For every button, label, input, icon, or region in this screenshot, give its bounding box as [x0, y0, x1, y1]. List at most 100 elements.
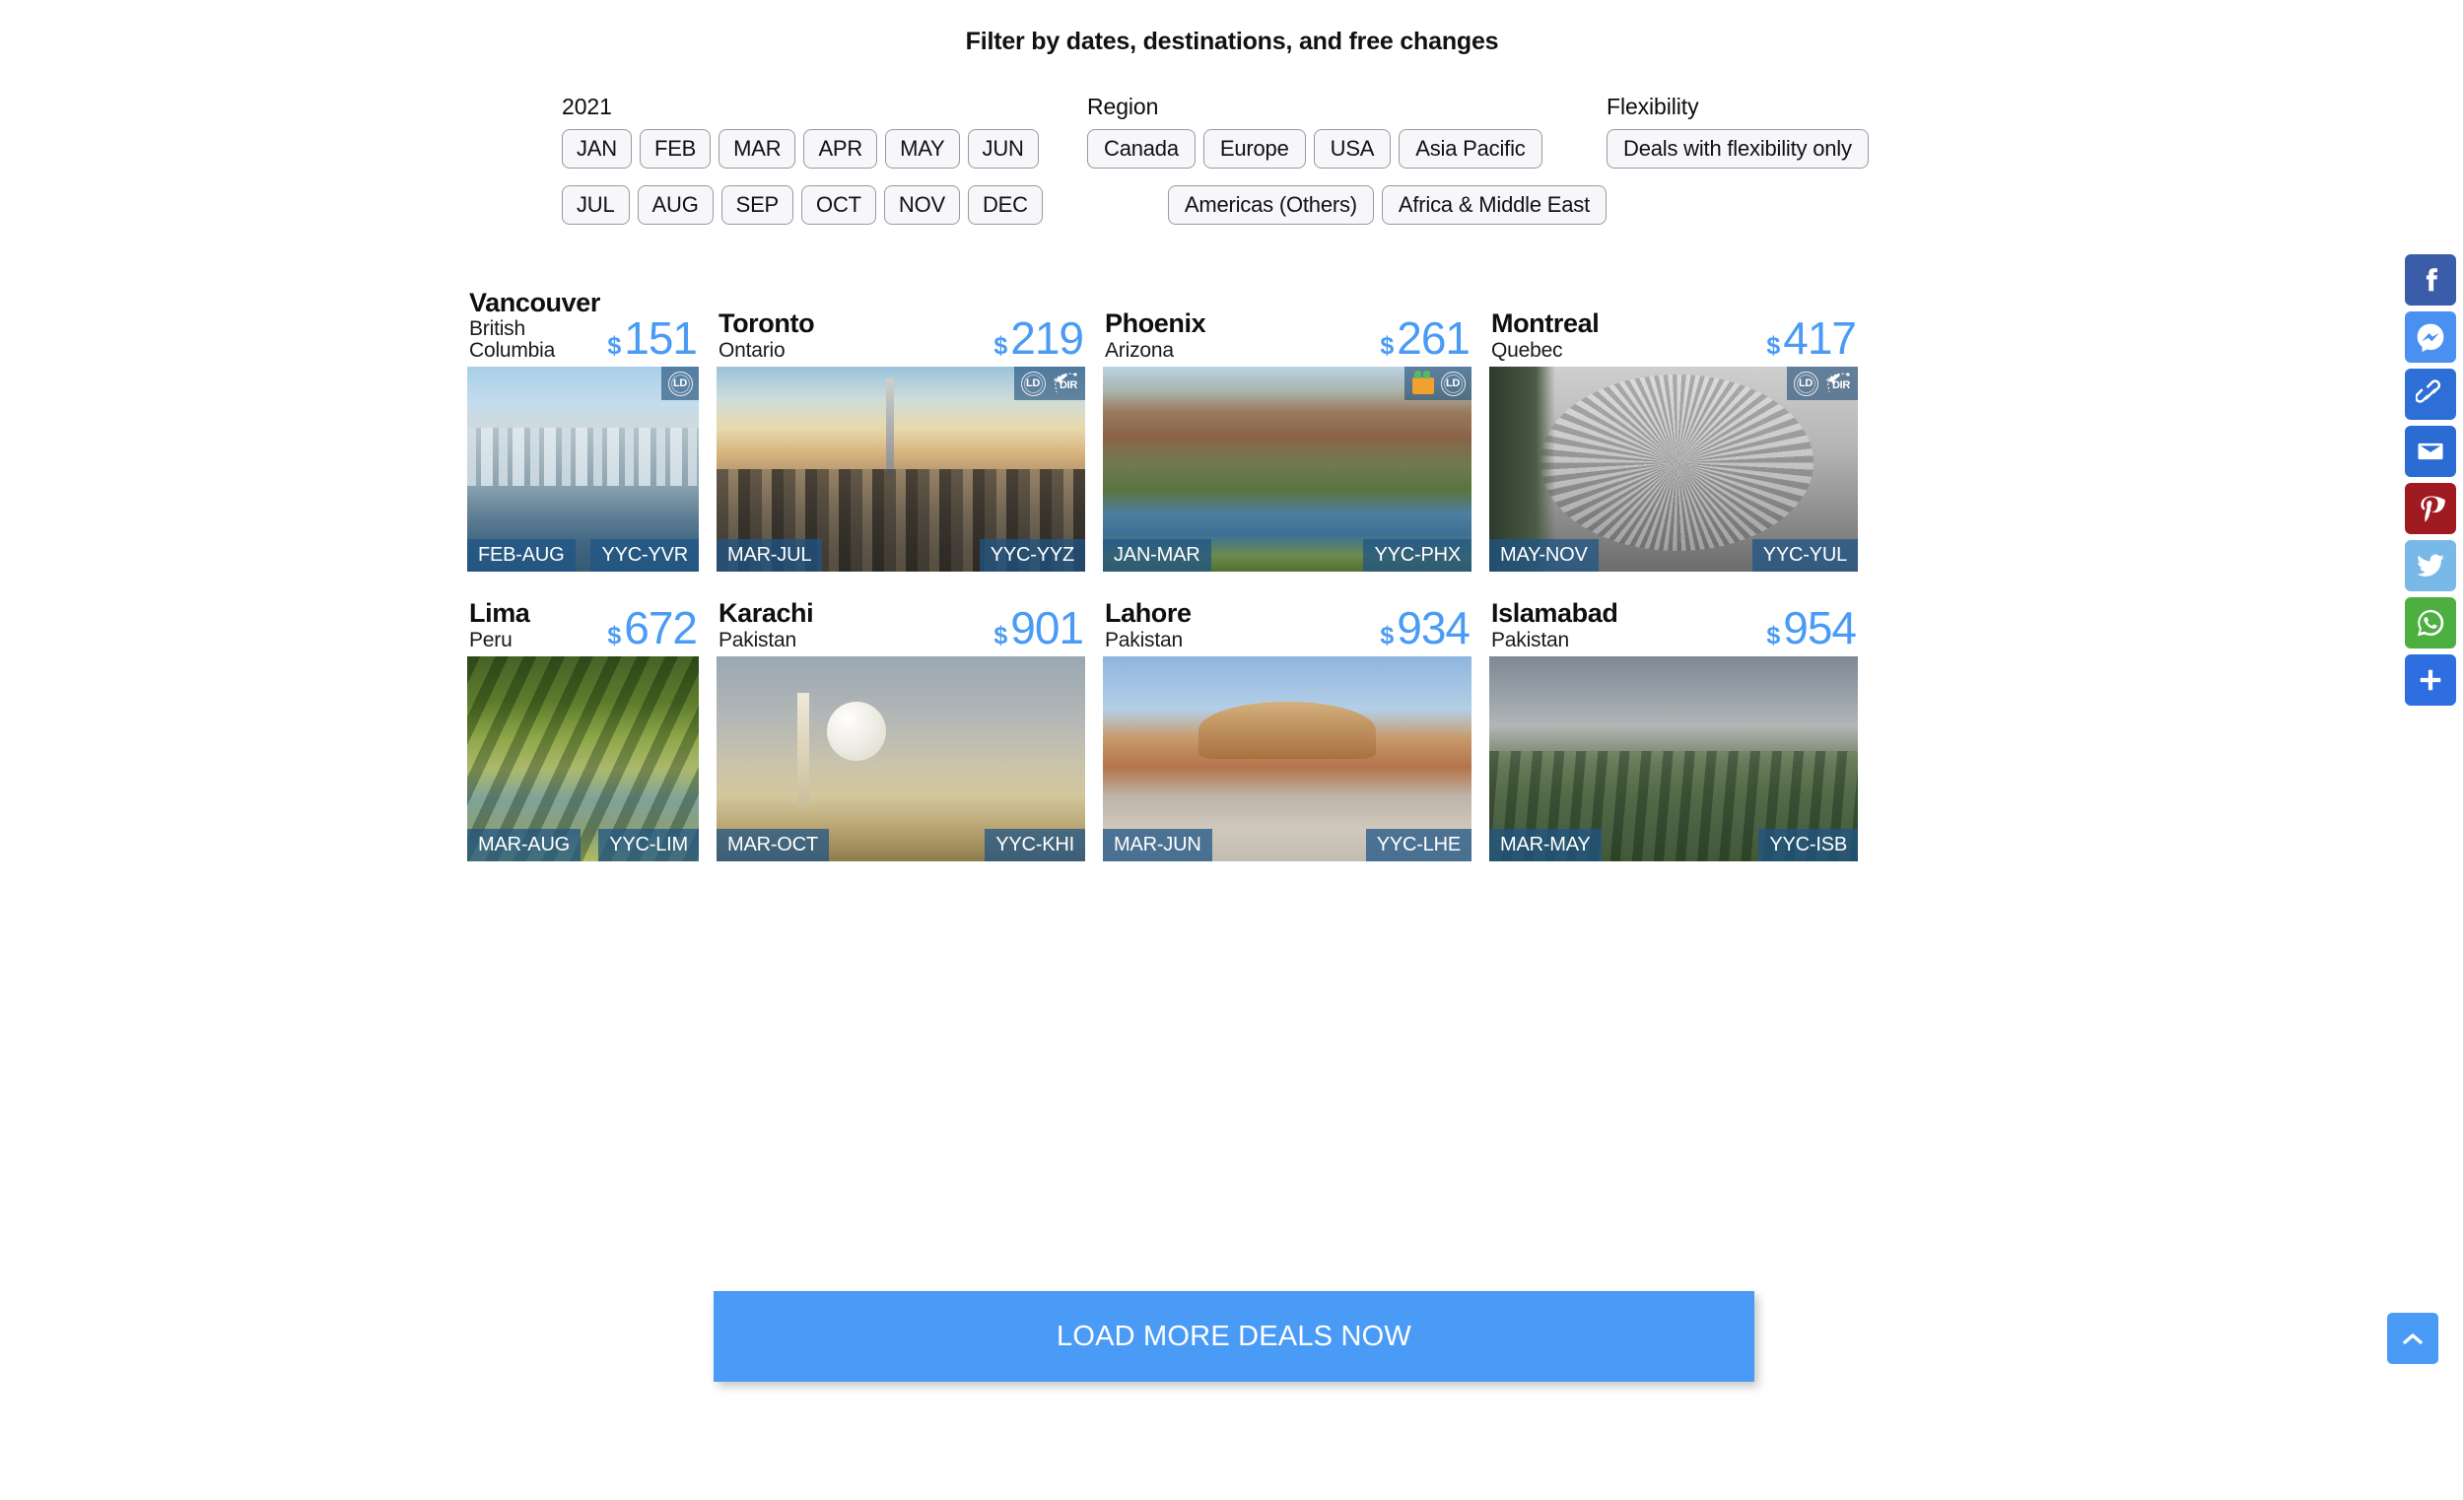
deal-badge-strip: LD DIR — [1787, 367, 1858, 400]
deal-card-footer: MAR-JUL YYC-YYZ — [717, 539, 1085, 572]
deal-photo[interactable]: LD DIR MAR-JUL YYC-YYZ — [717, 367, 1085, 572]
deal-photo[interactable]: LD FEB-AUG YYC-YVR — [467, 367, 699, 572]
deal-photo[interactable]: MAR-AUG YYC-LIM — [467, 656, 699, 861]
month-chip-jul[interactable]: JUL — [562, 185, 630, 225]
deal-card-header: Toronto Ontario $219 — [717, 306, 1085, 367]
deal-card[interactable]: Toronto Ontario $219 LD DIR MAR-JUL YYC-YYZ — [717, 306, 1085, 572]
deal-price: $219 — [993, 312, 1084, 364]
deal-card-footer: JAN-MAR YYC-PHX — [1103, 539, 1472, 572]
deal-price-currency: $ — [607, 622, 622, 649]
scroll-to-top-button[interactable] — [2387, 1313, 2438, 1364]
direct-flight-badge-icon: DIR — [1820, 370, 1854, 397]
deal-card-header: Vancouver British Columbia $151 — [467, 289, 699, 367]
region-chip-europe[interactable]: Europe — [1202, 129, 1306, 169]
messenger-share-icon[interactable] — [2405, 311, 2456, 363]
month-chip-aug[interactable]: AUG — [637, 185, 714, 225]
page-title: Filter by dates, destinations, and free … — [965, 28, 1499, 55]
deal-price-currency: $ — [993, 622, 1008, 649]
deal-card-header: Phoenix Arizona $261 — [1103, 306, 1472, 367]
region-chip-usa[interactable]: USA — [1313, 129, 1392, 169]
deal-price-amount: 417 — [1783, 312, 1857, 364]
deal-card[interactable]: Vancouver British Columbia $151 LD FEB-AUG YY… — [467, 289, 699, 572]
deal-region: Arizona — [1105, 338, 1174, 362]
deal-route-code: YYC-YYZ — [979, 539, 1085, 572]
deal-city: Lahore — [1105, 598, 1192, 629]
direct-flight-badge-icon: DIR — [1048, 370, 1081, 397]
month-chip-apr[interactable]: APR — [803, 129, 878, 169]
month-chip-jan[interactable]: JAN — [562, 129, 632, 169]
deal-price-amount: 934 — [1397, 602, 1471, 653]
deal-card-footer: MAR-AUG YYC-LIM — [467, 829, 699, 861]
deal-destination: Phoenix Arizona — [1105, 310, 1206, 362]
twitter-share-icon[interactable] — [2405, 540, 2456, 591]
ld-badge-icon: LD — [665, 370, 695, 397]
deal-price-currency: $ — [1766, 332, 1781, 360]
copy-link-icon[interactable] — [2405, 369, 2456, 420]
email-share-icon[interactable] — [2405, 426, 2456, 477]
deal-region: Pakistan — [1105, 628, 1183, 651]
deal-card-header: Islamabad Pakistan $954 — [1489, 595, 1858, 656]
region-chip-canada[interactable]: Canada — [1087, 129, 1196, 169]
deal-route-code: YYC-KHI — [985, 829, 1085, 861]
deal-region: Ontario — [719, 338, 786, 362]
filter-label-year: 2021 — [562, 94, 612, 119]
load-more-deals-button[interactable]: LOAD MORE DEALS NOW — [714, 1291, 1754, 1382]
filter-label-flexibility: Flexibility — [1607, 94, 1699, 119]
month-chip-dec[interactable]: DEC — [967, 185, 1043, 225]
month-chip-row-1: JAN FEB MAR APR MAY JUN — [562, 129, 1087, 169]
month-chip-jun[interactable]: JUN — [967, 129, 1039, 169]
filter-group-flexibility: Flexibility Deals with flexibility only — [1607, 94, 1942, 169]
deal-card[interactable]: Lahore Pakistan $934 MAR-JUN YYC-LHE — [1103, 595, 1472, 861]
deal-price-amount: 261 — [1397, 312, 1471, 364]
region-chip-row-2: Americas (Others) Africa & Middle East — [1087, 185, 1607, 225]
deal-card[interactable]: Montreal Quebec $417 LD DIR MAY-NOV YYC-YUL — [1489, 306, 1858, 572]
whatsapp-share-icon[interactable] — [2405, 597, 2456, 648]
deal-card-footer: MAR-MAY YYC-ISB — [1489, 829, 1858, 861]
deal-price-amount: 219 — [1010, 312, 1084, 364]
deal-month-range: MAR-JUN — [1103, 829, 1212, 861]
deal-price: $672 — [607, 605, 698, 650]
region-chip-africa-middle-east[interactable]: Africa & Middle East — [1381, 185, 1607, 225]
deal-price-currency: $ — [1766, 622, 1781, 649]
deal-price: $261 — [1380, 312, 1471, 364]
deal-region: Pakistan — [719, 628, 796, 651]
deal-card[interactable]: Phoenix Arizona $261 LD JAN-MAR YYC-PHX — [1103, 306, 1472, 572]
deal-card-header: Karachi Pakistan $901 — [717, 595, 1085, 656]
deal-card[interactable]: Karachi Pakistan $901 MAR-OCT YYC-KHI — [717, 595, 1085, 861]
deal-badge-strip: LD — [661, 367, 699, 400]
deal-card[interactable]: Lima Peru $672 MAR-AUG YYC-LIM — [467, 595, 699, 861]
more-share-icon[interactable] — [2405, 654, 2456, 706]
deal-route-code: YYC-ISB — [1758, 829, 1858, 861]
month-chip-oct[interactable]: OCT — [801, 185, 876, 225]
deal-month-range: JAN-MAR — [1103, 539, 1211, 572]
month-chip-feb[interactable]: FEB — [639, 129, 712, 169]
deal-photo[interactable]: LD DIR MAY-NOV YYC-YUL — [1489, 367, 1858, 572]
flexibility-chip-deals-with-flexibility-only[interactable]: Deals with flexibility only — [1607, 129, 1869, 169]
ld-badge-icon: LD — [1438, 370, 1468, 397]
pinterest-share-icon[interactable] — [2405, 483, 2456, 534]
deal-month-range: MAR-AUG — [467, 829, 582, 861]
month-chip-may[interactable]: MAY — [885, 129, 960, 169]
deal-route-code: YYC-YVR — [590, 539, 699, 572]
month-chip-mar[interactable]: MAR — [719, 129, 796, 169]
deal-card-footer: MAY-NOV YYC-YUL — [1489, 539, 1858, 572]
deal-city: Toronto — [719, 308, 815, 339]
region-chip-americas-others[interactable]: Americas (Others) — [1167, 185, 1374, 225]
deal-photo[interactable]: MAR-JUN YYC-LHE — [1103, 656, 1472, 861]
deal-region: Peru — [469, 628, 513, 651]
deal-price-currency: $ — [607, 332, 622, 360]
deal-card-footer: FEB-AUG YYC-YVR — [467, 539, 699, 572]
deal-destination: Montreal Quebec — [1491, 310, 1600, 362]
deal-card-header: Lahore Pakistan $934 — [1103, 595, 1472, 656]
month-chip-sep[interactable]: SEP — [720, 185, 794, 225]
month-chip-nov[interactable]: NOV — [883, 185, 960, 225]
facebook-share-icon[interactable] — [2405, 254, 2456, 306]
deal-card[interactable]: Islamabad Pakistan $954 MAR-MAY YYC-ISB — [1489, 595, 1858, 861]
deal-photo[interactable]: MAR-MAY YYC-ISB — [1489, 656, 1858, 861]
deal-photo[interactable]: LD JAN-MAR YYC-PHX — [1103, 367, 1472, 572]
deal-photo[interactable]: MAR-OCT YYC-KHI — [717, 656, 1085, 861]
chevron-up-icon — [2403, 1333, 2423, 1344]
deal-city: Vancouver — [469, 287, 600, 317]
deal-region: Quebec — [1491, 338, 1563, 362]
region-chip-asia-pacific[interactable]: Asia Pacific — [1399, 129, 1542, 169]
